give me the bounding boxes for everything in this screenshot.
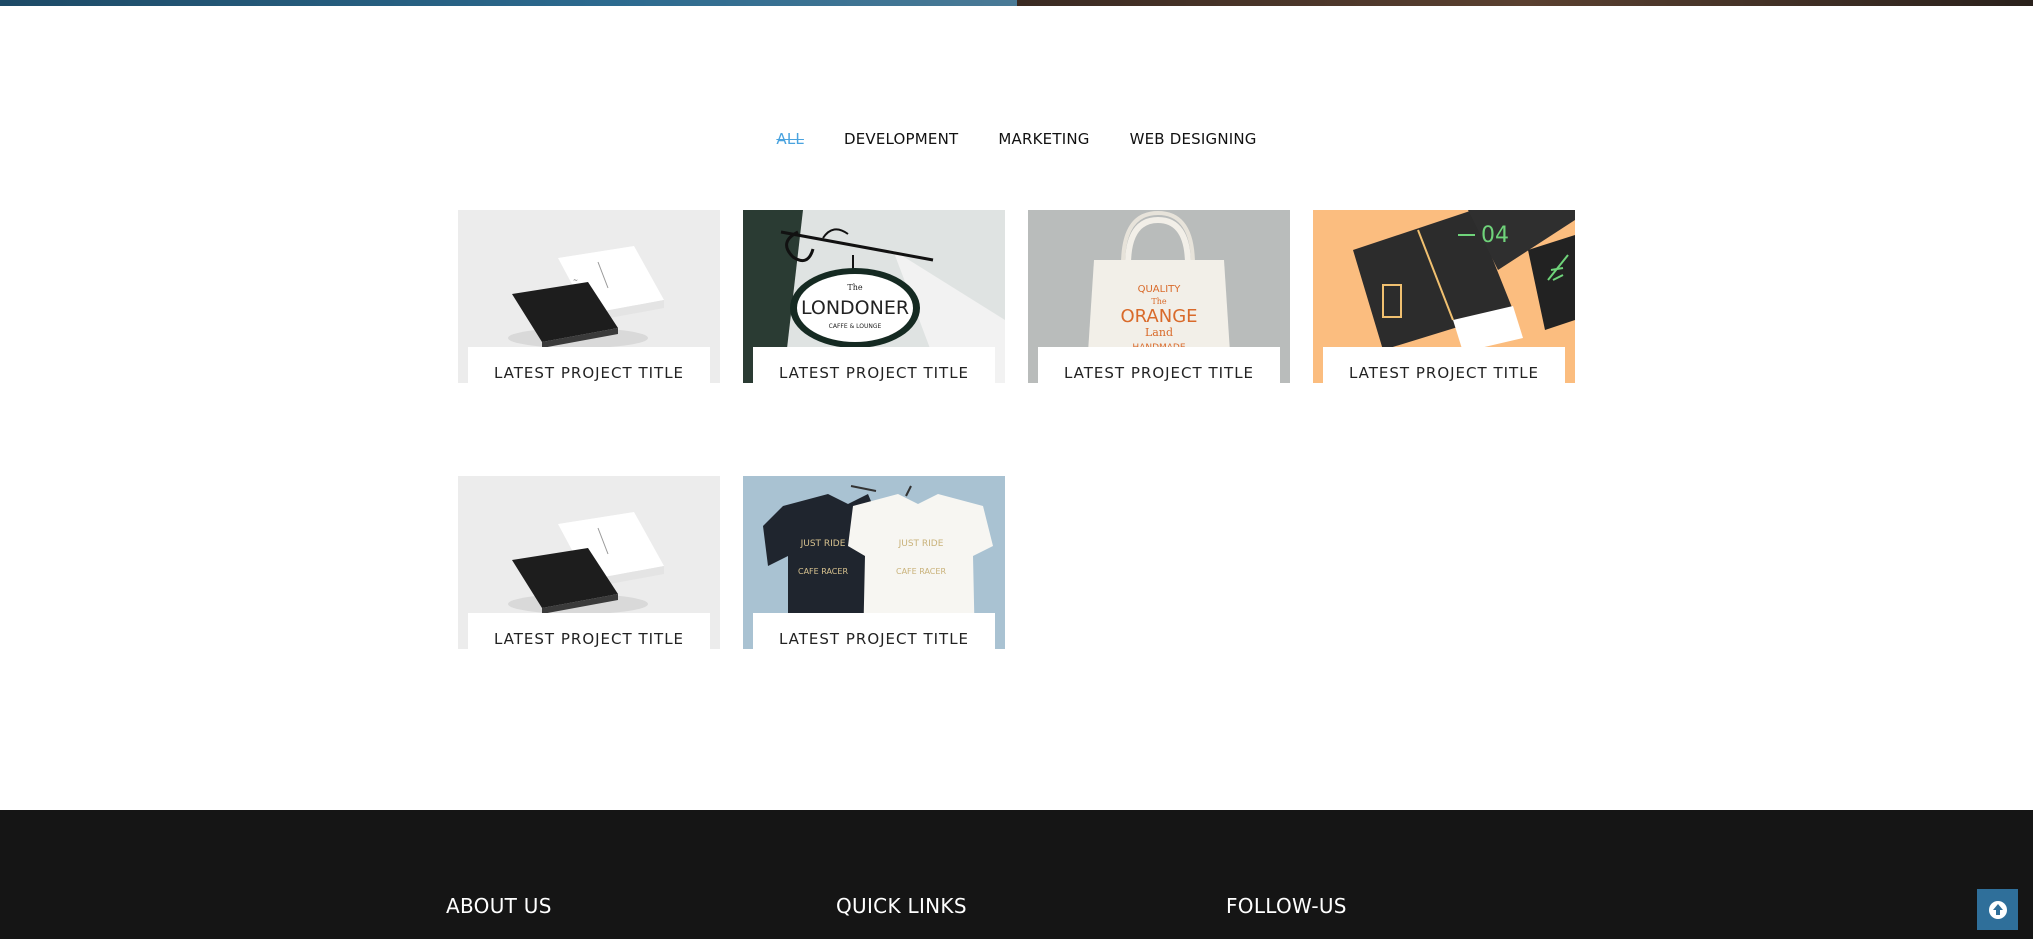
project-title: LATEST PROJECT TITLE — [1063, 364, 1255, 382]
footer-follow-title: FOLLOW-US — [1226, 894, 1347, 918]
sign-name: LONDONER — [801, 297, 909, 319]
project-caption: LATEST PROJECT TITLE — [468, 613, 710, 649]
shirt-white-line1: JUST RIDE — [898, 539, 944, 549]
arrow-up-circle-icon — [1988, 900, 2007, 919]
bag-orange: ORANGE — [1120, 306, 1197, 327]
hero-left-strip — [0, 0, 1017, 6]
hero-right-strip — [1017, 0, 2033, 6]
project-card[interactable]: 04 LATEST PROJECT TITLE — [1313, 210, 1575, 383]
scroll-to-top-button[interactable] — [1977, 889, 2018, 930]
footer-about-title: ABOUT US — [446, 894, 552, 918]
project-title: LATEST PROJECT TITLE — [778, 364, 970, 382]
project-caption: LATEST PROJECT TITLE — [468, 347, 710, 383]
bag-quality: QUALITY — [1138, 284, 1182, 295]
project-title: LATEST PROJECT TITLE — [1348, 364, 1540, 382]
project-title: LATEST PROJECT TITLE — [778, 630, 970, 648]
bag-the: The — [1151, 297, 1166, 306]
project-caption: LATEST PROJECT TITLE — [1038, 347, 1280, 383]
site-footer: ABOUT US QUICK LINKS FOLLOW-US — [0, 810, 2033, 939]
svg-text:~: ~ — [573, 277, 578, 284]
hero-banner-edge — [0, 0, 2033, 6]
shirt-dark-line2: CAFE RACER — [798, 567, 848, 576]
sign-sub: CAFFE & LOUNGE — [829, 323, 882, 330]
project-card[interactable]: The LONDONER CAFFE & LOUNGE LATEST PROJE… — [743, 210, 1005, 383]
project-caption: LATEST PROJECT TITLE — [753, 613, 995, 649]
filter-all[interactable]: ALL — [776, 128, 804, 150]
notebook-number: 04 — [1481, 223, 1509, 248]
project-card[interactable]: JUST RIDE CAFE RACER JUST RIDE CAFE RACE… — [743, 476, 1005, 649]
shirt-dark-line1: JUST RIDE — [800, 539, 846, 549]
project-title: LATEST PROJECT TITLE — [493, 630, 685, 648]
project-card[interactable]: LATEST PROJECT TITLE — [458, 476, 720, 649]
project-card[interactable]: QUALITY The ORANGE Land HANDMADE LATEST … — [1028, 210, 1290, 383]
footer-quick-links-title: QUICK LINKS — [836, 894, 967, 918]
filter-marketing[interactable]: MARKETING — [998, 128, 1089, 150]
project-title: LATEST PROJECT TITLE — [493, 364, 685, 382]
bag-land: Land — [1145, 326, 1173, 339]
filter-web-designing[interactable]: WEB DESIGNING — [1130, 128, 1257, 150]
filter-development[interactable]: DEVELOPMENT — [844, 128, 958, 150]
shirt-white-line2: CAFE RACER — [896, 567, 946, 576]
sign-the: The — [847, 283, 862, 292]
project-card[interactable]: ~ LATEST PROJECT TITLE — [458, 210, 720, 383]
portfolio-filters: ALL DEVELOPMENT MARKETING WEB DESIGNING — [0, 128, 2033, 150]
project-caption: LATEST PROJECT TITLE — [1323, 347, 1565, 383]
project-caption: LATEST PROJECT TITLE — [753, 347, 995, 383]
